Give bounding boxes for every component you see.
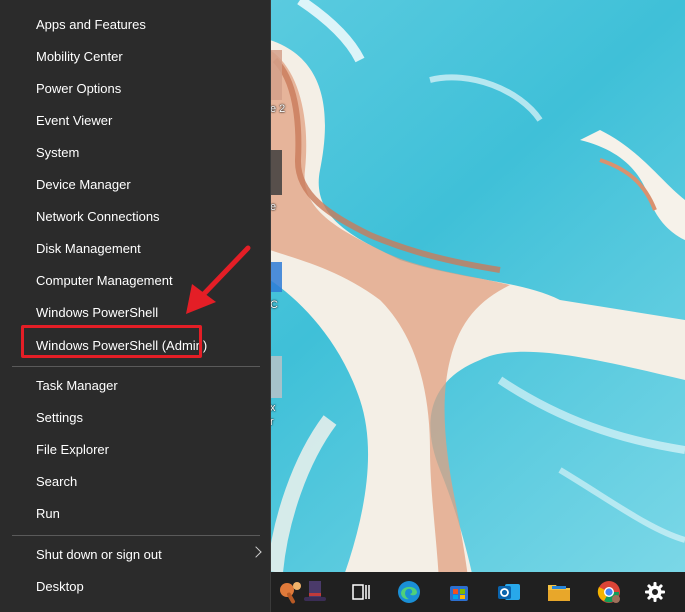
chrome-icon[interactable] (589, 572, 629, 612)
tophat-icon[interactable] (295, 572, 335, 612)
menu-item-label: File Explorer (36, 441, 109, 457)
menu-separator (12, 535, 260, 536)
menu-item-label: Power Options (36, 80, 122, 96)
menu-item-settings[interactable]: Settings (0, 401, 270, 433)
menu-item-search[interactable]: Search (0, 465, 270, 497)
menu-item-label: Event Viewer (36, 112, 113, 128)
desktop-icon-label: C (270, 299, 278, 311)
menu-item-label: Computer Management (36, 272, 173, 288)
menu-item-power-options[interactable]: Power Options (0, 72, 270, 104)
menu-item-file-explorer[interactable]: File Explorer (0, 433, 270, 465)
menu-item-label: Device Manager (36, 176, 131, 192)
menu-item-network-connections[interactable]: Network Connections (0, 200, 270, 232)
menu-item-apps-and-features[interactable]: Apps and Features (0, 8, 270, 40)
menu-item-label: Desktop (36, 578, 84, 594)
edge-icon[interactable] (389, 572, 429, 612)
outlook-icon[interactable] (489, 572, 529, 612)
menu-item-label: Settings (36, 409, 83, 425)
menu-item-label: System (36, 144, 80, 160)
desktop-icon-label: e 2 (270, 103, 286, 115)
menu-item-label: Mobility Center (36, 48, 123, 64)
annotation-arrow-icon (186, 245, 251, 314)
menu-item-label: Shut down or sign out (36, 546, 162, 562)
menu-item-label: Task Manager (36, 377, 118, 393)
menu-item-device-manager[interactable]: Device Manager (0, 168, 270, 200)
menu-item-mobility-center[interactable]: Mobility Center (0, 40, 270, 72)
menu-item-label: Run (36, 505, 60, 521)
menu-item-label: Disk Management (36, 240, 141, 256)
menu-item-label: Windows PowerShell (36, 304, 159, 320)
menu-item-shut-down-or-sign-out[interactable]: Shut down or sign out (0, 538, 270, 570)
task-view-icon[interactable] (341, 572, 381, 612)
menu-item-label: Search (36, 473, 78, 489)
store-icon[interactable] (439, 572, 479, 612)
menu-separator (12, 366, 260, 367)
menu-item-system[interactable]: System (0, 136, 270, 168)
menu-item-run[interactable]: Run (0, 497, 270, 529)
chevron-right-icon (250, 546, 262, 558)
menu-item-label: Network Connections (36, 208, 160, 224)
menu-item-label: Apps and Features (36, 16, 146, 32)
file-explorer-icon[interactable] (539, 572, 579, 612)
settings-gear-icon[interactable] (635, 572, 675, 612)
menu-item-event-viewer[interactable]: Event Viewer (0, 104, 270, 136)
highlight-box (21, 325, 202, 358)
menu-item-task-manager[interactable]: Task Manager (0, 369, 270, 401)
menu-item-desktop[interactable]: Desktop (0, 570, 270, 602)
taskbar (271, 572, 685, 612)
